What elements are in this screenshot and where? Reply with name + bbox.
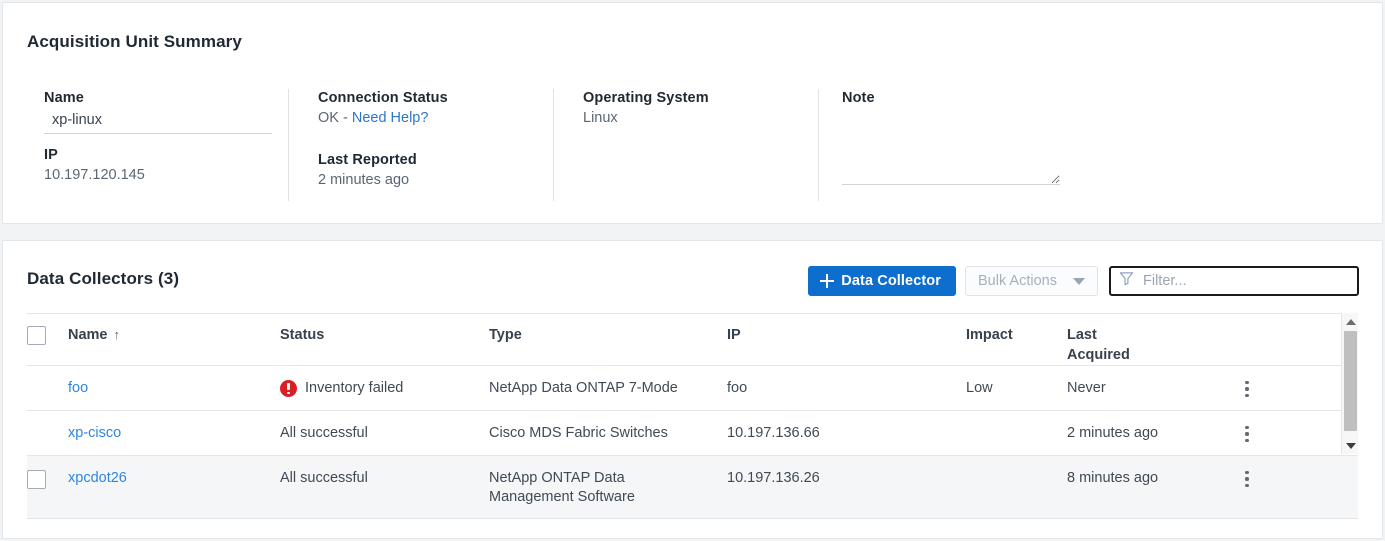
- error-icon: [280, 380, 297, 397]
- row-name-cell: xp-cisco: [68, 424, 280, 443]
- connection-status-value: OK - Need Help?: [318, 108, 529, 129]
- summary-column-connection: Connection Status OK - Need Help? Last R…: [288, 89, 553, 201]
- column-header-type[interactable]: Type: [489, 325, 727, 345]
- chevron-down-icon: [1073, 278, 1085, 285]
- summary-column-note: Note: [818, 89, 1358, 201]
- table-scrollbar[interactable]: [1341, 313, 1358, 454]
- summary-column-name: Name IP 10.197.120.145: [3, 89, 288, 201]
- table-row[interactable]: xpcdot26 All successful NetApp ONTAP Dat…: [27, 455, 1358, 519]
- table-header-row: Name ↑ Status Type IP Impact Last Acquire…: [27, 313, 1358, 365]
- row-last-acquired-cell: 8 minutes ago: [1067, 469, 1227, 488]
- ip-value: 10.197.120.145: [44, 165, 264, 186]
- page-root: Acquisition Unit Summary Name IP 10.197.…: [0, 0, 1385, 541]
- row-impact-cell: Low: [966, 379, 1067, 398]
- select-all-checkbox[interactable]: [27, 326, 46, 345]
- scroll-down-arrow-icon[interactable]: [1342, 437, 1359, 454]
- row-type-cell: NetApp Data ONTAP 7-Mode: [489, 379, 727, 398]
- row-ip-cell: 10.197.136.26: [727, 469, 966, 488]
- kebab-menu-icon[interactable]: [1245, 424, 1248, 442]
- data-collectors-card: Data Collectors (3) Data Collector Bulk …: [2, 240, 1383, 539]
- bulk-actions-button[interactable]: Bulk Actions: [965, 266, 1098, 296]
- kebab-menu-icon[interactable]: [1245, 379, 1248, 397]
- scroll-up-arrow-icon[interactable]: [1342, 313, 1359, 330]
- kebab-menu-icon[interactable]: [1245, 469, 1248, 487]
- data-collector-link[interactable]: foo: [68, 380, 88, 396]
- column-header-last-acquired-line1: Last: [1067, 325, 1227, 345]
- add-data-collector-label: Data Collector: [841, 273, 941, 289]
- row-actions-cell: [1227, 379, 1267, 397]
- sort-ascending-icon: ↑: [114, 325, 121, 345]
- data-collectors-table: Name ↑ Status Type IP Impact Last Acquire…: [27, 313, 1358, 519]
- last-reported-label: Last Reported: [318, 151, 529, 170]
- row-select-cell: [27, 379, 68, 380]
- data-collector-link[interactable]: xpcdot26: [68, 470, 127, 486]
- row-status-cell: Inventory failed: [280, 379, 489, 398]
- filter-input[interactable]: [1141, 272, 1349, 290]
- name-label: Name: [44, 89, 264, 108]
- scrollbar-thumb[interactable]: [1344, 331, 1357, 431]
- row-type-cell: Cisco MDS Fabric Switches: [489, 424, 727, 443]
- row-select-cell: [27, 469, 68, 489]
- row-status-text: Inventory failed: [305, 379, 403, 398]
- connection-status-text: OK -: [318, 110, 352, 126]
- filter-field[interactable]: [1109, 266, 1359, 296]
- column-header-last-acquired-line2: Acquired: [1067, 345, 1227, 365]
- row-actions-cell: [1227, 469, 1267, 487]
- table-row[interactable]: xp-cisco All successful Cisco MDS Fabric…: [27, 410, 1358, 455]
- row-name-cell: xpcdot26: [68, 469, 280, 488]
- column-header-last-acquired[interactable]: Last Acquired: [1067, 325, 1227, 365]
- row-status-cell: All successful: [280, 424, 489, 443]
- column-header-name[interactable]: Name ↑: [68, 325, 280, 345]
- row-last-acquired-cell: Never: [1067, 379, 1227, 398]
- connection-status-label: Connection Status: [318, 89, 529, 108]
- table-row[interactable]: foo Inventory failed NetApp Data ONTAP 7…: [27, 365, 1358, 410]
- row-type-line1: NetApp ONTAP Data: [489, 469, 727, 488]
- row-checkbox[interactable]: [27, 470, 46, 489]
- row-type-cell: NetApp ONTAP Data Management Software: [489, 469, 727, 507]
- last-reported-value: 2 minutes ago: [318, 170, 529, 191]
- row-actions-cell: [1227, 424, 1267, 442]
- operating-system-label: Operating System: [583, 89, 794, 108]
- column-header-ip[interactable]: IP: [727, 325, 966, 345]
- plus-icon: [820, 274, 834, 288]
- bulk-actions-label: Bulk Actions: [978, 273, 1057, 289]
- row-name-cell: foo: [68, 379, 280, 398]
- summary-column-os: Operating System Linux: [553, 89, 818, 201]
- row-select-cell: [27, 424, 68, 425]
- column-header-status[interactable]: Status: [280, 325, 489, 345]
- collectors-toolbar: Data Collector Bulk Actions: [808, 266, 1359, 296]
- row-type-line2: Management Software: [489, 488, 727, 507]
- name-input[interactable]: [44, 111, 272, 134]
- column-header-name-label: Name: [68, 327, 108, 343]
- funnel-icon: [1119, 271, 1134, 291]
- add-data-collector-button[interactable]: Data Collector: [808, 266, 956, 296]
- row-last-acquired-cell: 2 minutes ago: [1067, 424, 1227, 443]
- column-header-impact[interactable]: Impact: [966, 325, 1067, 345]
- page-title: Acquisition Unit Summary: [27, 32, 242, 52]
- operating-system-value: Linux: [583, 108, 794, 129]
- row-status-cell: All successful: [280, 469, 489, 488]
- summary-fields: Name IP 10.197.120.145 Connection Status…: [3, 89, 1382, 201]
- acquisition-unit-summary-card: Acquisition Unit Summary Name IP 10.197.…: [2, 2, 1383, 224]
- row-ip-cell: 10.197.136.66: [727, 424, 966, 443]
- data-collector-link[interactable]: xp-cisco: [68, 425, 121, 441]
- ip-label: IP: [44, 146, 264, 165]
- note-textarea[interactable]: [842, 113, 1060, 185]
- note-label: Note: [842, 89, 1334, 108]
- need-help-link[interactable]: Need Help?: [352, 110, 429, 126]
- row-ip-cell: foo: [727, 379, 966, 398]
- data-collectors-title: Data Collectors (3): [27, 269, 179, 289]
- select-all-cell: [27, 325, 68, 345]
